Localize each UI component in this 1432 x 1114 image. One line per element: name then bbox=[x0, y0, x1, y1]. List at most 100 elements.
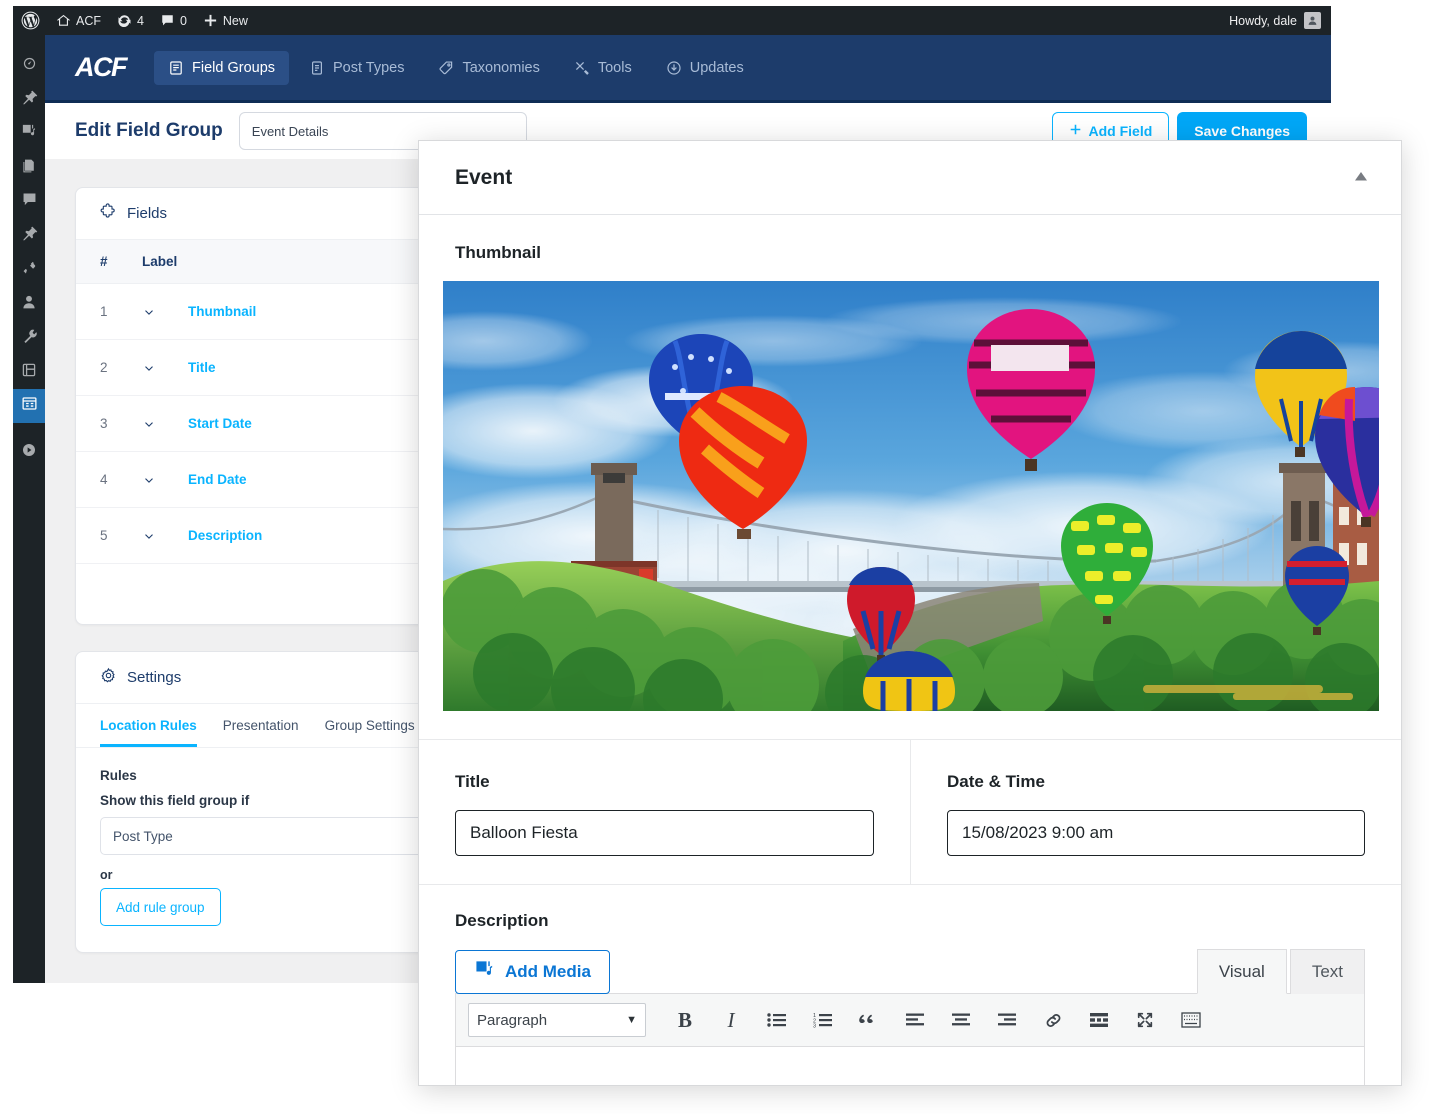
chevron-up-icon[interactable] bbox=[1354, 170, 1368, 185]
add-media-button[interactable]: Add Media bbox=[455, 950, 610, 994]
comments-menu[interactable]: 0 bbox=[152, 6, 195, 35]
italic-button[interactable]: I bbox=[710, 1000, 752, 1040]
format-select-value: Paragraph bbox=[477, 1011, 548, 1029]
sidebar-item-pages[interactable] bbox=[13, 151, 45, 185]
add-field-label: Add Field bbox=[1088, 123, 1153, 139]
post-types-icon bbox=[309, 60, 325, 76]
chevron-down-icon[interactable] bbox=[142, 361, 188, 375]
field-number: 2 bbox=[100, 360, 108, 375]
sidebar-item-users[interactable] bbox=[13, 287, 45, 321]
updates-count: 4 bbox=[137, 13, 144, 28]
tab-presentation[interactable]: Presentation bbox=[223, 704, 299, 747]
updates-menu[interactable]: 4 bbox=[109, 6, 152, 35]
editor-mode-tabs: Visual Text bbox=[1196, 949, 1365, 994]
acf-tab-field-groups[interactable]: Field Groups bbox=[154, 50, 290, 85]
align-right-button[interactable] bbox=[986, 1000, 1028, 1040]
field-label-link[interactable]: Thumbnail bbox=[188, 304, 256, 319]
field-label-link[interactable]: End Date bbox=[188, 472, 247, 487]
align-center-button[interactable] bbox=[940, 1000, 982, 1040]
numbered-list-button[interactable]: 123 bbox=[802, 1000, 844, 1040]
sidebar-item-settings[interactable] bbox=[13, 355, 45, 389]
read-more-button[interactable] bbox=[1078, 1000, 1120, 1040]
sidebar-item-dashboard[interactable] bbox=[13, 49, 45, 83]
settings-icon bbox=[21, 362, 37, 383]
balloon-fiesta-photo bbox=[443, 281, 1379, 711]
account-menu[interactable]: Howdy, dale bbox=[1229, 12, 1331, 29]
datetime-field-label: Date & Time bbox=[947, 772, 1045, 791]
acf-tab-label: Field Groups bbox=[192, 59, 276, 76]
sidebar-item-comments[interactable] bbox=[13, 185, 45, 219]
tab-location-rules[interactable]: Location Rules bbox=[100, 704, 197, 747]
description-field: Description Add Media Visual Text Paragr… bbox=[419, 884, 1401, 1085]
acf-tab-taxonomies[interactable]: Taxonomies bbox=[424, 51, 553, 85]
page-title: Edit Field Group bbox=[75, 120, 223, 141]
tab-visual[interactable]: Visual bbox=[1196, 949, 1287, 994]
new-content-menu[interactable]: New bbox=[195, 6, 256, 35]
tools-icon bbox=[574, 60, 590, 76]
acf-tab-label: Updates bbox=[689, 59, 744, 76]
sidebar-item-collapse[interactable] bbox=[13, 435, 45, 469]
field-number: 1 bbox=[100, 304, 108, 319]
event-panel-header: Event bbox=[419, 141, 1401, 215]
title-input-value: Balloon Fiesta bbox=[470, 823, 578, 842]
chevron-down-icon[interactable] bbox=[142, 473, 188, 487]
comment-icon bbox=[21, 191, 38, 213]
insert-link-button[interactable] bbox=[1032, 1000, 1074, 1040]
format-select[interactable]: Paragraph ▼ bbox=[468, 1003, 646, 1037]
site-name-menu[interactable]: ACF bbox=[48, 6, 109, 35]
acf-tab-post-types[interactable]: Post Types bbox=[295, 51, 418, 85]
sidebar-item-plugins[interactable] bbox=[13, 253, 45, 287]
wp-logo-menu[interactable] bbox=[13, 6, 48, 35]
blockquote-button[interactable] bbox=[848, 1000, 890, 1040]
home-icon bbox=[56, 13, 71, 28]
acf-tab-tools[interactable]: Tools bbox=[560, 51, 646, 85]
editor-toolbar: Paragraph ▼ B I 123 bbox=[455, 993, 1365, 1047]
datetime-field: Date & Time 15/08/2023 9:00 am bbox=[910, 740, 1401, 884]
thumbnail-field: Thumbnail bbox=[419, 215, 1401, 263]
sidebar-item-posts[interactable] bbox=[13, 83, 45, 117]
user-icon bbox=[21, 294, 37, 315]
tab-group-settings[interactable]: Group Settings bbox=[325, 704, 415, 747]
add-rule-group-label: Add rule group bbox=[116, 899, 205, 915]
chevron-down-icon[interactable] bbox=[142, 529, 188, 543]
field-group-name-value: Event Details bbox=[251, 123, 329, 139]
sidebar-item-acf[interactable] bbox=[13, 389, 45, 423]
add-rule-group-button[interactable]: Add rule group bbox=[100, 888, 221, 926]
toolbar-toggle-button[interactable] bbox=[1170, 1000, 1212, 1040]
bold-button[interactable]: B bbox=[664, 1000, 706, 1040]
new-label: New bbox=[222, 13, 248, 28]
media-icon bbox=[21, 123, 38, 145]
align-left-button[interactable] bbox=[894, 1000, 936, 1040]
field-number: 3 bbox=[100, 416, 108, 431]
puzzle-icon bbox=[100, 203, 117, 224]
svg-text:3: 3 bbox=[813, 1024, 816, 1029]
bulleted-list-button[interactable] bbox=[756, 1000, 798, 1040]
wp-admin-sidebar bbox=[13, 35, 45, 983]
chevron-down-icon[interactable] bbox=[142, 417, 188, 431]
description-label: Description bbox=[455, 911, 549, 930]
rule-param-value: Post Type bbox=[113, 828, 173, 844]
site-name-label: ACF bbox=[76, 13, 101, 28]
field-label-link[interactable]: Title bbox=[188, 360, 216, 375]
sidebar-item-media[interactable] bbox=[13, 117, 45, 151]
datetime-input[interactable]: 15/08/2023 9:00 am bbox=[947, 810, 1365, 856]
tab-text[interactable]: Text bbox=[1289, 949, 1365, 994]
plugin-icon bbox=[21, 259, 38, 281]
acf-tab-updates[interactable]: Updates bbox=[652, 51, 758, 85]
acf-tab-label: Taxonomies bbox=[462, 59, 540, 76]
gear-icon bbox=[100, 667, 117, 688]
event-panel: Event Thumbnail Title Balloon Fiesta Dat… bbox=[418, 140, 1402, 1086]
sidebar-item-tools[interactable] bbox=[13, 321, 45, 355]
field-label-link[interactable]: Start Date bbox=[188, 416, 252, 431]
sidebar-item-appearance[interactable] bbox=[13, 219, 45, 253]
screenshot-root: ACF 4 0 New Howdy, dale ACF Field Groups… bbox=[0, 0, 1432, 1114]
title-input[interactable]: Balloon Fiesta bbox=[455, 810, 874, 856]
chevron-down-icon[interactable] bbox=[142, 305, 188, 319]
field-number: 5 bbox=[100, 528, 108, 543]
description-editor-area[interactable] bbox=[455, 1047, 1365, 1085]
thumbnail-image[interactable] bbox=[443, 281, 1379, 711]
field-groups-icon bbox=[168, 60, 184, 76]
fullscreen-button[interactable] bbox=[1124, 1000, 1166, 1040]
field-label-link[interactable]: Description bbox=[188, 528, 262, 543]
